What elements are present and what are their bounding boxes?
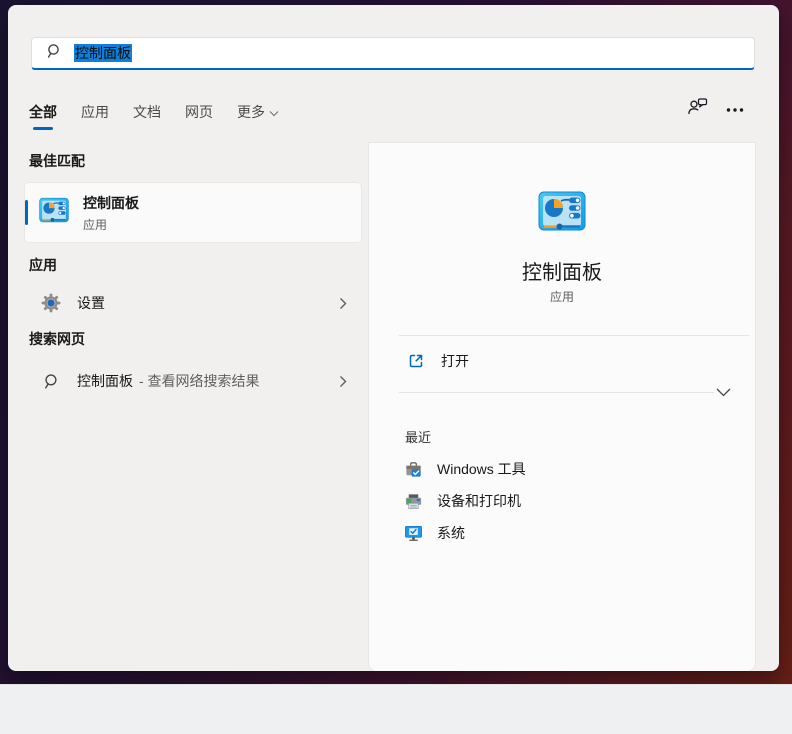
search-icon [41, 373, 61, 390]
windows-tools-icon [403, 460, 423, 479]
taskbar: 中 [0, 684, 792, 734]
system-monitor-icon [403, 524, 423, 543]
search-filter-tabs: 全部 应用 文档 网页 更多 [29, 98, 279, 134]
settings-gear-icon [41, 293, 61, 313]
tab-web[interactable]: 网页 [185, 98, 213, 134]
tab-all[interactable]: 全部 [29, 98, 57, 134]
best-match-subtitle: 应用 [83, 216, 139, 233]
result-settings[interactable]: 设置 [25, 284, 361, 322]
search-icon [46, 43, 62, 64]
search-flyout-panel: 控制面板 全部 应用 文档 网页 更多 最佳匹配 [8, 5, 779, 671]
selection-indicator [25, 200, 28, 225]
best-match-title: 控制面板 [83, 193, 139, 213]
chevron-down-icon [269, 104, 279, 120]
detail-subtitle: 应用 [369, 288, 755, 305]
chevron-down-icon[interactable] [713, 383, 733, 401]
recent-item-system[interactable]: 系统 [391, 518, 731, 548]
detail-pane: 控制面板 应用 打开 最近 Windows 工具 [369, 143, 755, 671]
more-options-icon[interactable] [726, 100, 744, 118]
search-query-text: 控制面板 [74, 44, 132, 62]
control-panel-icon [39, 195, 69, 230]
divider [399, 335, 749, 336]
detail-title: 控制面板 [369, 256, 755, 285]
recent-header: 最近 [405, 427, 431, 446]
open-external-icon [407, 352, 425, 370]
user-feedback-icon[interactable] [687, 96, 708, 121]
control-panel-icon [538, 187, 586, 240]
desktop: 控制面板 全部 应用 文档 网页 更多 最佳匹配 [0, 0, 792, 734]
result-web-search[interactable]: 控制面板 - 查看网络搜索结果 [25, 362, 361, 400]
tab-apps[interactable]: 应用 [81, 98, 109, 134]
web-search-suffix: - 查看网络搜索结果 [139, 371, 260, 391]
open-button[interactable]: 打开 [391, 343, 731, 379]
recent-item-label: 设备和打印机 [437, 491, 521, 511]
devices-printers-icon [403, 492, 423, 511]
chevron-right-icon[interactable] [339, 297, 347, 315]
search-web-header: 搜索网页 [29, 329, 85, 349]
open-label: 打开 [441, 351, 469, 371]
recent-item-label: Windows 工具 [437, 459, 526, 479]
apps-header: 应用 [29, 255, 57, 275]
search-input[interactable]: 控制面板 [31, 37, 755, 70]
tab-more[interactable]: 更多 [237, 98, 279, 134]
recent-item-label: 系统 [437, 523, 465, 543]
recent-item-devices-printers[interactable]: 设备和打印机 [391, 486, 731, 516]
chevron-right-icon[interactable] [339, 375, 347, 393]
best-match-result-control-panel[interactable]: 控制面板 应用 [25, 183, 361, 242]
best-match-header: 最佳匹配 [29, 151, 85, 171]
settings-label: 设置 [77, 293, 105, 313]
web-search-label: 控制面板 [77, 371, 133, 391]
recent-item-windows-tools[interactable]: Windows 工具 [391, 454, 731, 484]
tab-documents[interactable]: 文档 [133, 98, 161, 134]
divider [399, 392, 714, 393]
